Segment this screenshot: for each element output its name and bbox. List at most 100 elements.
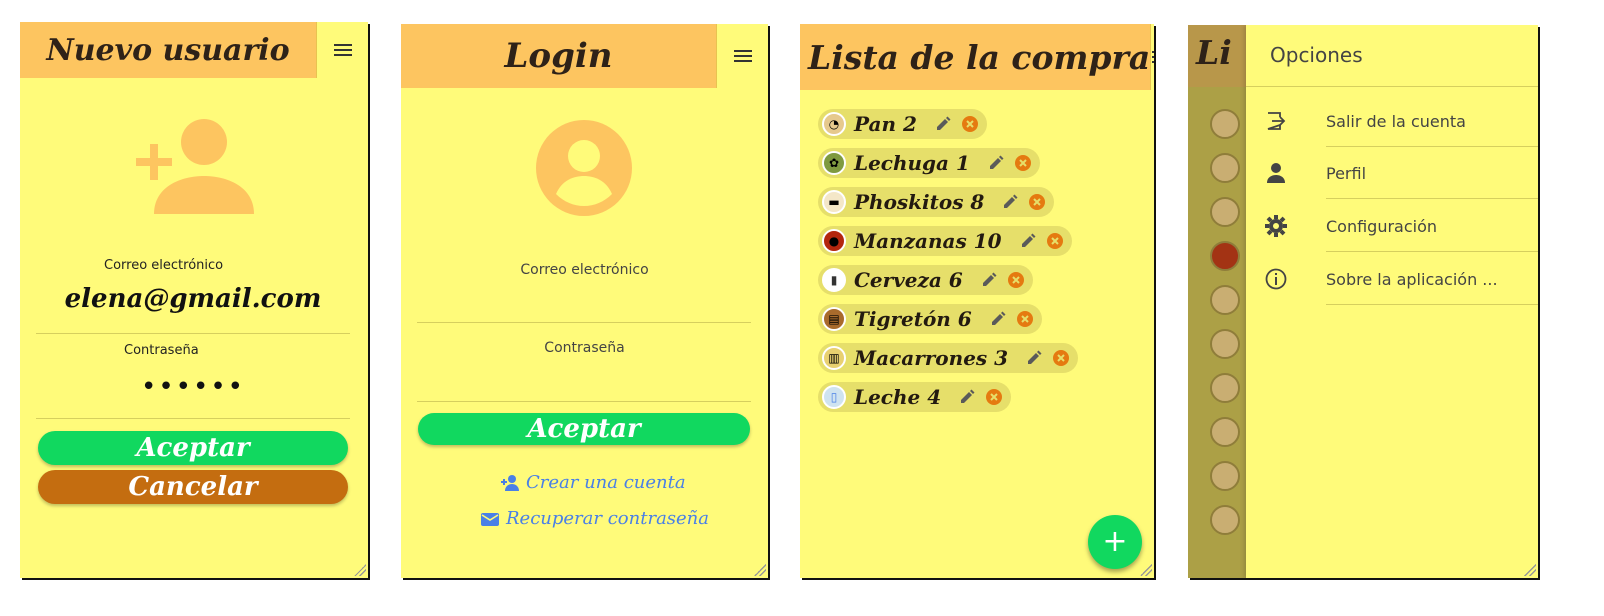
menu-button[interactable] bbox=[316, 22, 368, 78]
plus-icon: + bbox=[1102, 524, 1128, 559]
item-label: Phoskitos 8 bbox=[854, 190, 985, 214]
edit-icon[interactable] bbox=[1002, 194, 1018, 210]
shopping-list-screen: Lista de la compra ◔ Pan 2 ✿ Lechuga 1 ▬… bbox=[800, 24, 1154, 578]
delete-icon[interactable] bbox=[1007, 271, 1025, 289]
drawer-item-profile[interactable]: Perfil bbox=[1246, 147, 1538, 199]
list-item[interactable]: ▮ Cerveza 6 bbox=[818, 265, 1033, 295]
email-label: Correo electrónico bbox=[520, 262, 649, 278]
email-field[interactable]: elena@gmail.com bbox=[36, 284, 350, 314]
edit-icon[interactable] bbox=[935, 116, 951, 132]
divider bbox=[1326, 198, 1538, 199]
edit-icon[interactable] bbox=[959, 389, 975, 405]
add-item-button[interactable]: + bbox=[1088, 515, 1142, 569]
milk-icon: ▯ bbox=[822, 385, 846, 409]
cancel-button[interactable]: Cancelar bbox=[38, 470, 348, 504]
recover-password-label: Recuperar contraseña bbox=[506, 508, 710, 529]
edit-icon[interactable] bbox=[1026, 350, 1042, 366]
app-bar: Nuevo usuario bbox=[20, 22, 368, 78]
item-label: Manzanas 10 bbox=[854, 229, 1002, 253]
app-bar: Login bbox=[401, 24, 768, 88]
item-avatar bbox=[1210, 197, 1240, 227]
delete-icon[interactable] bbox=[1014, 154, 1032, 172]
cake-icon: ▬ bbox=[822, 190, 846, 214]
resize-handle[interactable] bbox=[754, 564, 766, 576]
edit-icon[interactable] bbox=[1020, 233, 1036, 249]
password-label: Contraseña bbox=[124, 343, 199, 358]
drawer-item-label: Sobre la aplicación ... bbox=[1326, 269, 1498, 289]
person-icon bbox=[1267, 163, 1285, 183]
edit-icon[interactable] bbox=[990, 311, 1006, 327]
delete-icon[interactable] bbox=[1046, 232, 1064, 250]
item-avatar bbox=[1210, 417, 1240, 447]
resize-handle[interactable] bbox=[1140, 564, 1152, 576]
app-bar: Lista de la compra bbox=[800, 24, 1154, 90]
create-account-link[interactable]: Crear una cuenta bbox=[500, 472, 686, 493]
hamburger-icon bbox=[333, 44, 352, 56]
drawer-item-label: Perfil bbox=[1326, 163, 1367, 183]
item-avatar bbox=[1210, 329, 1240, 359]
edit-icon[interactable] bbox=[981, 272, 997, 288]
password-label: Contraseña bbox=[544, 340, 625, 356]
menu-button[interactable] bbox=[716, 24, 768, 88]
page-title-dimmed: Li bbox=[1196, 33, 1232, 72]
drawer-item-logout[interactable]: Salir de la cuenta bbox=[1246, 95, 1538, 147]
item-avatar bbox=[1210, 285, 1240, 315]
mail-icon bbox=[481, 512, 499, 526]
page-title: Lista de la compra bbox=[808, 37, 1151, 77]
list-item[interactable]: ▤ Tigretón 6 bbox=[818, 304, 1042, 334]
item-label: Lechuga 1 bbox=[854, 151, 970, 175]
beer-icon: ▮ bbox=[822, 268, 846, 292]
drawer-item-label: Configuración bbox=[1326, 216, 1438, 236]
hamburger-icon bbox=[1152, 51, 1154, 63]
navigation-drawer: Opciones Salir de la cuenta Perfil Confi… bbox=[1246, 25, 1538, 578]
add-person-icon bbox=[501, 474, 519, 491]
list-item[interactable]: ▯ Leche 4 bbox=[818, 382, 1012, 412]
list-item[interactable]: ● Manzanas 10 bbox=[818, 226, 1072, 256]
cake-icon: ▤ bbox=[822, 307, 846, 331]
drawer-item-about[interactable]: Sobre la aplicación ... bbox=[1246, 253, 1538, 305]
delete-icon[interactable] bbox=[1052, 349, 1070, 367]
info-icon bbox=[1265, 268, 1287, 290]
list-item[interactable]: ✿ Lechuga 1 bbox=[818, 148, 1040, 178]
recover-password-link[interactable]: Recuperar contraseña bbox=[480, 508, 709, 529]
item-label: Macarrones 3 bbox=[854, 346, 1009, 370]
gear-icon bbox=[1265, 215, 1287, 237]
resize-handle[interactable] bbox=[354, 564, 366, 576]
email-label: Correo electrónico bbox=[104, 258, 224, 273]
item-label: Tigretón 6 bbox=[854, 307, 972, 331]
password-field[interactable] bbox=[417, 401, 751, 402]
edit-icon[interactable] bbox=[988, 155, 1004, 171]
register-screen: Nuevo usuario Correo electrónico elena@g… bbox=[20, 22, 368, 578]
password-field[interactable]: •••••• bbox=[36, 372, 350, 402]
item-label: Pan 2 bbox=[854, 112, 917, 136]
item-label: Cerveza 6 bbox=[854, 268, 963, 292]
item-avatar bbox=[1210, 505, 1240, 535]
logout-icon bbox=[1267, 112, 1286, 130]
account-circle-icon bbox=[536, 120, 632, 216]
accept-button[interactable]: Aceptar bbox=[38, 431, 348, 465]
delete-icon[interactable] bbox=[985, 388, 1003, 406]
delete-icon[interactable] bbox=[961, 115, 979, 133]
lettuce-icon: ✿ bbox=[822, 151, 846, 175]
list-item[interactable]: ◔ Pan 2 bbox=[818, 109, 987, 139]
drawer-item-label: Salir de la cuenta bbox=[1326, 111, 1466, 131]
resize-handle[interactable] bbox=[1524, 564, 1536, 576]
create-account-label: Crear una cuenta bbox=[526, 472, 686, 493]
password-underline bbox=[36, 418, 350, 419]
list-item[interactable]: ▥ Macarrones 3 bbox=[818, 343, 1079, 373]
accept-button[interactable]: Aceptar bbox=[418, 413, 750, 445]
page-title: Login bbox=[504, 36, 613, 76]
divider bbox=[1326, 304, 1538, 305]
drawer-item-settings[interactable]: Configuración bbox=[1246, 200, 1538, 252]
list-item[interactable]: ▬ Phoskitos 8 bbox=[818, 187, 1055, 217]
item-avatar bbox=[1210, 109, 1240, 139]
delete-icon[interactable] bbox=[1028, 193, 1046, 211]
bread-icon: ◔ bbox=[822, 112, 846, 136]
divider bbox=[1326, 251, 1538, 252]
pasta-icon: ▥ bbox=[822, 346, 846, 370]
email-underline bbox=[36, 333, 350, 334]
email-field[interactable] bbox=[417, 322, 751, 323]
menu-button[interactable] bbox=[1150, 24, 1154, 90]
page-title: Nuevo usuario bbox=[46, 32, 290, 68]
delete-icon[interactable] bbox=[1016, 310, 1034, 328]
